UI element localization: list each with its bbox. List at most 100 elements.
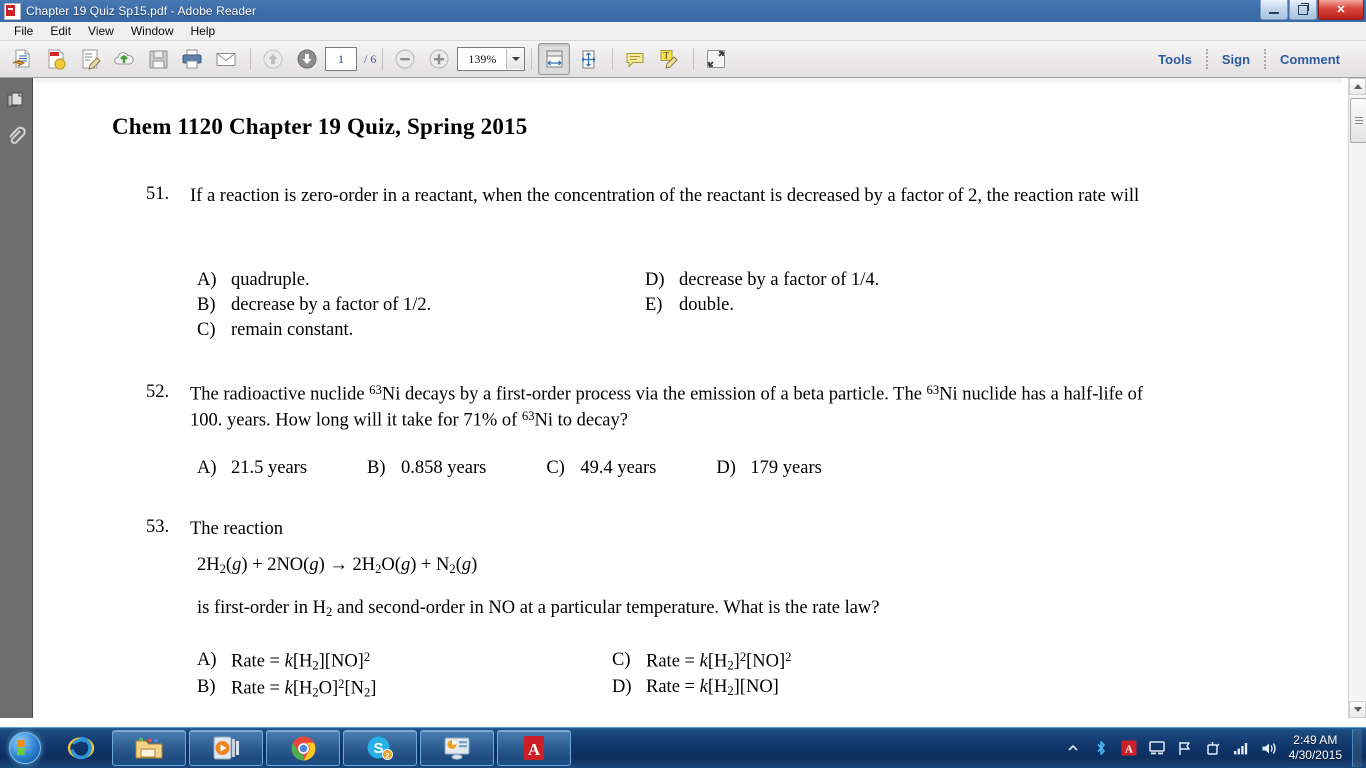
- question-51: 51. If a reaction is zero-order in a rea…: [146, 184, 1156, 209]
- option-letter: C): [546, 458, 565, 478]
- menu-file[interactable]: File: [6, 23, 41, 39]
- save-icon[interactable]: [142, 43, 174, 75]
- menu-view[interactable]: View: [80, 23, 122, 39]
- question-51-options: A) quadruple. D) decrease by a factor of…: [197, 270, 879, 341]
- q52-sup-3: 63: [521, 408, 535, 423]
- bluetooth-icon[interactable]: [1090, 737, 1112, 759]
- media-player-icon[interactable]: [189, 730, 263, 766]
- windows-explorer-icon[interactable]: [112, 730, 186, 766]
- option-letter: D): [645, 270, 665, 290]
- close-button[interactable]: ✕: [1318, 0, 1364, 20]
- option-a: A) quadruple.: [197, 270, 645, 291]
- taskbar-clock[interactable]: 2:49 AM 4/30/2015: [1283, 733, 1352, 763]
- option-text: double.: [679, 295, 734, 315]
- page-thumbnails-icon[interactable]: [3, 87, 29, 115]
- volume-icon[interactable]: [1258, 737, 1280, 759]
- q52-part-2: Ni decays by a first-order process via t…: [381, 384, 927, 405]
- toolbar-separator-3: [531, 48, 533, 70]
- email-icon[interactable]: [210, 43, 242, 75]
- question-51-number: 51.: [146, 184, 170, 204]
- edit-pdf-icon[interactable]: [74, 43, 106, 75]
- option-text: Rate = k[H2][NO]2: [231, 650, 371, 673]
- option-text: 49.4 years: [580, 458, 657, 478]
- open-file-icon[interactable]: [6, 43, 38, 75]
- option-b: B) Rate = k[H2O]2[N2]: [197, 677, 612, 700]
- option-text: Rate = k[H2][NO]: [646, 677, 779, 699]
- network-monitor-icon[interactable]: [1146, 737, 1168, 759]
- fit-page-icon[interactable]: [572, 43, 604, 75]
- adobe-reader-window: Chapter 19 Quiz Sp15.pdf - Adobe Reader …: [0, 0, 1366, 768]
- option-letter: B): [367, 458, 386, 478]
- create-pdf-icon[interactable]: [40, 43, 72, 75]
- safely-remove-hardware-icon[interactable]: [1202, 737, 1224, 759]
- remote-desktop-icon[interactable]: [420, 730, 494, 766]
- svg-text:A: A: [528, 740, 541, 759]
- option-e: E) double.: [645, 295, 879, 316]
- zoom-level-value: 139%: [468, 51, 497, 66]
- zoom-out-button[interactable]: [389, 43, 421, 75]
- read-mode-icon[interactable]: [700, 43, 732, 75]
- zoom-level-combo[interactable]: 139%: [457, 47, 526, 71]
- show-hidden-icons-icon[interactable]: [1062, 737, 1084, 759]
- chevron-down-icon[interactable]: [506, 49, 525, 69]
- navigation-sidebar: [0, 78, 33, 718]
- taskbar: S 2 A A 2:49 AM 4/30/2015: [0, 727, 1366, 768]
- option-text: 21.5 years: [231, 458, 308, 478]
- q52-part-4: Ni to decay?: [534, 410, 629, 431]
- print-icon[interactable]: [176, 43, 208, 75]
- toolbar-separator-2: [382, 48, 384, 70]
- toolbar-separator-5: [693, 48, 695, 70]
- internet-explorer-icon[interactable]: [53, 731, 109, 765]
- scroll-up-icon[interactable]: [1349, 78, 1366, 95]
- menu-help[interactable]: Help: [183, 23, 224, 39]
- option-letter: C): [612, 650, 631, 670]
- document-viewport[interactable]: Chem 1120 Chapter 19 Quiz, Spring 2015 5…: [34, 78, 1342, 718]
- start-button[interactable]: [0, 729, 50, 767]
- pdf-icon: [4, 2, 21, 20]
- highlight-text-icon[interactable]: T: [653, 43, 685, 75]
- vertical-scrollbar[interactable]: [1348, 78, 1366, 718]
- adobe-updater-icon[interactable]: A: [1118, 737, 1140, 759]
- signal-strength-icon[interactable]: [1230, 737, 1252, 759]
- minimize-button[interactable]: [1260, 0, 1288, 20]
- flag-action-center-icon[interactable]: [1174, 737, 1196, 759]
- question-52: 52. The radioactive nuclide 63Ni decays …: [146, 382, 1156, 433]
- adobe-reader-icon[interactable]: A: [497, 730, 571, 766]
- option-letter: E): [645, 295, 663, 315]
- restore-button[interactable]: [1289, 0, 1317, 20]
- question-53-equation: 2H2(g) + 2NO(g) → 2H2O(g) + N2(g): [197, 555, 478, 576]
- zoom-in-button[interactable]: [423, 43, 455, 75]
- q52-sup-2: 63: [926, 383, 940, 397]
- toolbar-separator: [250, 48, 251, 70]
- option-text: decrease by a factor of 1/2.: [231, 295, 432, 315]
- google-chrome-icon[interactable]: [266, 730, 340, 766]
- option-c: C) Rate = k[H2]2[NO]2: [612, 650, 791, 673]
- upload-cloud-icon[interactable]: [108, 43, 140, 75]
- scroll-down-icon[interactable]: [1349, 701, 1366, 718]
- option-text: Rate = k[H2]2[NO]2: [646, 650, 792, 673]
- option-letter: A): [197, 458, 217, 478]
- option-c: C) 49.4 years: [546, 458, 656, 479]
- option-d: D) Rate = k[H2][NO]: [612, 677, 791, 700]
- attachments-icon[interactable]: [3, 122, 29, 150]
- system-tray: A 2:49 AM 4/30/2015: [1059, 728, 1366, 768]
- menu-window[interactable]: Window: [123, 23, 182, 39]
- skype-icon[interactable]: S 2: [343, 730, 417, 766]
- toolbar: 1 / 6 139% T Tools Sign Comment: [0, 41, 1366, 78]
- tools-button[interactable]: Tools: [1144, 52, 1206, 67]
- comment-balloon-icon[interactable]: [619, 43, 651, 75]
- show-desktop-button[interactable]: [1352, 729, 1362, 767]
- question-53-number: 53.: [146, 517, 170, 537]
- menu-edit[interactable]: Edit: [42, 23, 79, 39]
- option-d: D) 179 years: [716, 458, 821, 479]
- page-number-input[interactable]: 1: [325, 47, 357, 71]
- previous-page-icon[interactable]: [257, 43, 289, 75]
- window-controls: ✕: [1259, 0, 1364, 21]
- question-52-number: 52.: [146, 382, 170, 402]
- option-a: A) Rate = k[H2][NO]2: [197, 650, 612, 673]
- next-page-icon[interactable]: [291, 43, 323, 75]
- scrollbar-thumb[interactable]: [1350, 98, 1366, 143]
- fit-width-icon[interactable]: [538, 43, 571, 75]
- comment-button[interactable]: Comment: [1266, 52, 1354, 67]
- sign-button[interactable]: Sign: [1208, 52, 1264, 67]
